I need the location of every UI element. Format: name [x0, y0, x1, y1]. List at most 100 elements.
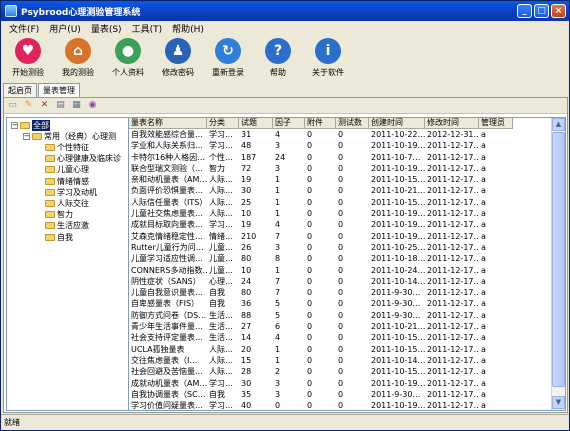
table-row[interactable]: 自卑感量表（FIS） 自我 36 5 0 0 2011-9-30… 2011-12-17… a	[129, 298, 513, 309]
table-cell: a	[481, 333, 486, 343]
menu-item-1[interactable]: 用户(U)	[44, 22, 86, 35]
table-row[interactable]: 亲和动机量表（AM… 人际… 19 1 0 0 2011-10-15… 2011-12-17……	[129, 174, 513, 185]
table-row[interactable]: CONNERS多动指数… 儿童… 10 1 0 0 2011-10-24… 2011-12-1…	[129, 265, 513, 276]
table-row[interactable]: 儿童社交焦虑量表… 人际… 10 1 0 0 2011-10-19… 2011-12-17… a	[129, 208, 513, 219]
table-row[interactable]: 阴性症状（SANS） 心理… 24 7 0 0 2011-10-14… 2011-12-17……	[129, 276, 513, 287]
tree-node-category[interactable]: 学习及动机	[45, 187, 97, 198]
tree-node-classic[interactable]: − 常用（经典）心理测	[23, 131, 116, 142]
tree-node-category[interactable]: 人际交往	[45, 198, 89, 209]
table-row[interactable]: 学习价值问疑量表… 学习… 40 0 0 0 2011-10-19… 2011-12-17… a	[129, 400, 513, 411]
tree-node-label: 智力	[57, 210, 73, 220]
table-row[interactable]: 儿童学习适应性调… 儿童… 80 8 0 0 2011-10-18… 2011-12-17… a	[129, 253, 513, 264]
table-row[interactable]: 青少年生活事件量… 生活… 27 6 0 0 2011-10-21… 2011-12-17… a	[129, 321, 513, 332]
menu-item-2[interactable]: 量表(S)	[86, 22, 127, 35]
column-header[interactable]: 修改时间	[425, 118, 479, 129]
close-button[interactable]: ×	[551, 4, 566, 18]
menu-item-4[interactable]: 帮助(H)	[167, 22, 209, 35]
scroll-thumb[interactable]	[552, 132, 565, 387]
menu-item-0[interactable]: 文件(F)	[4, 22, 44, 35]
toolbar-button-label: 个人资料	[112, 68, 144, 77]
table-cell: 2011-12-17…	[427, 254, 479, 264]
table-cell: 0	[338, 231, 344, 241]
folder-icon	[45, 166, 55, 174]
table-row[interactable]: 负面评价恐惧量表… 人际… 30 1 0 0 2011-10-21… 2011-12-17… a	[129, 185, 513, 196]
table-cell: a	[481, 322, 486, 332]
minimize-button[interactable]: _	[517, 4, 532, 18]
folder-icon	[20, 122, 30, 129]
table-cell: 2011-10-15…	[371, 367, 425, 377]
edit-icon[interactable]: ✎	[23, 100, 34, 111]
tree-node-category[interactable]: 儿童心理	[45, 164, 89, 175]
column-header[interactable]: 测试数	[336, 118, 369, 129]
table-cell: 0	[275, 401, 281, 411]
collapse-icon[interactable]: −	[11, 122, 18, 129]
tree-node-category[interactable]: 个性特征	[45, 142, 89, 153]
scale-table: 量表名称 分类 试题 因子 附件 测试数 创建时间 修改时间 管理员 自我效能感综合量… 学习… 3…	[128, 117, 566, 411]
table-cell: 防御方式问卷（DS…	[131, 310, 207, 320]
column-header[interactable]: 管理员	[479, 118, 513, 129]
table-row[interactable]: 自我协调量表（SC… 自我 35 3 0 0 2011-9-30… 2011-12-17… a	[129, 389, 513, 400]
toolbar-button-3[interactable]: ♟ 修改密码	[153, 36, 203, 78]
maximize-button[interactable]: □	[534, 4, 549, 18]
title-bar[interactable]: Psybrood心理测验管理系统 _ □ ×	[1, 1, 569, 21]
scroll-down-icon[interactable]: ▼	[552, 396, 565, 409]
table-cell: 2011-12-17…	[427, 389, 479, 399]
table-row[interactable]: UCLA孤独量表 人际… 20 1 0 0 2011-10-15… 2011-12-17… a	[129, 344, 513, 355]
table-cell: 2011-10-14…	[371, 355, 425, 365]
tree-node-category[interactable]: 智力	[45, 209, 73, 220]
tree-node-label: 自我	[57, 232, 73, 242]
settings-icon[interactable]: ◉	[87, 100, 98, 111]
column-header[interactable]: 分类	[207, 118, 239, 129]
tab-scale-management[interactable]: 量表管理	[38, 83, 80, 98]
toolbar-button-1[interactable]: ⌂ 我的测验	[53, 36, 103, 78]
collapse-icon[interactable]: −	[23, 133, 30, 140]
table-cell: 0	[307, 197, 313, 207]
toolbar-button-6[interactable]: i 关于软件	[303, 36, 353, 78]
toolbar-button-2[interactable]: ● 个人资料	[103, 36, 153, 78]
table-row[interactable]: 人际信任量表（ITS） 人际… 25 1 0 0 2011-10-15… 2011-12-17…	[129, 197, 513, 208]
table-row[interactable]: 自我效能感综合量… 学习… 31 4 0 0 2011-10-22… 2012-12-31… a	[129, 129, 513, 140]
tree-node-category[interactable]: 情绪情感	[45, 176, 89, 187]
folder-icon	[45, 200, 55, 207]
delete-icon[interactable]: ✕	[39, 100, 50, 111]
table-row[interactable]: Rutter儿童行为问… 儿童… 26 3 0 0 2011-10-25… 2011-12-1…	[129, 242, 513, 253]
toolbar-button-0[interactable]: ♥ 开始测验	[3, 36, 53, 78]
table-row[interactable]: 儿童自我意识量表… 自我 80 7 0 0 2011-9-30… 2011-12-17… a	[129, 287, 513, 298]
table-cell: 2011-9-30…	[371, 310, 421, 320]
table-cell: 72	[241, 163, 252, 173]
table-row[interactable]: 卡特尔16种人格因… 个性… 187 24 0 0 2011-10-7… 2011-12-17…	[129, 152, 513, 163]
tree-node-all[interactable]: − 全部	[11, 120, 50, 131]
column-header[interactable]: 附件	[305, 118, 336, 129]
column-header[interactable]: 量表名称	[129, 118, 207, 129]
tab-start-page[interactable]: 起启页	[3, 83, 37, 97]
table-row[interactable]: 艾森克情绪稳定性… 情绪… 210 7 0 0 2011-10-19… 2011-12-17……	[129, 231, 513, 242]
table-row[interactable]: 成就动机量表（AM… 学习… 30 3 0 0 2011-10-19… 2011-12-17……	[129, 378, 513, 389]
menu-item-3[interactable]: 工具(T)	[127, 22, 168, 35]
toolbar-button-4[interactable]: ↻ 重新登录	[203, 36, 253, 78]
table-row[interactable]: 联合型瑞文测验（… 智力 72 3 0 0 2011-10-19… 2011-12-17… a	[129, 163, 513, 174]
table-cell: 7	[275, 276, 281, 286]
properties-icon[interactable]: ▤	[55, 100, 66, 111]
table-cell: 210	[241, 231, 257, 241]
column-header[interactable]: 创建时间	[369, 118, 425, 129]
new-file-icon[interactable]: ▭	[7, 100, 18, 111]
table-cell: CONNERS多动指数…	[131, 265, 207, 275]
column-header[interactable]: 试题	[239, 118, 273, 129]
category-tree[interactable]: − 全部 − 常用（经典）心理测 个性特征 心理健康及临床诊 儿童心理 情绪情感 学习及动机 人际…	[6, 117, 130, 411]
toolbar-button-5[interactable]: ? 帮助	[253, 36, 303, 78]
table-cell: 10	[241, 209, 252, 219]
table-row[interactable]: 学业和人际关系归… 学习… 48 3 0 0 2011-10-19… 2011-12-17… a	[129, 140, 513, 151]
table-row[interactable]: 防御方式问卷（DS… 生活… 88 5 0 0 2011-9-30… 2011-12-17… a	[129, 310, 513, 321]
tree-node-category[interactable]: 心理健康及临床诊	[45, 153, 121, 164]
table-cell: 24	[241, 276, 252, 286]
vertical-scrollbar[interactable]: ▲ ▼	[551, 118, 565, 410]
scroll-up-icon[interactable]: ▲	[552, 118, 565, 131]
tree-node-category[interactable]: 生活应激	[45, 220, 89, 231]
table-row[interactable]: 社会回避及苦恼量… 人际… 28 2 0 0 2011-10-15… 2011-12-17… a	[129, 366, 513, 377]
import-icon[interactable]: ▦	[71, 100, 82, 111]
table-row[interactable]: 社会支持评定量表… 生活… 14 4 0 0 2011-10-15… 2011-12-17… a	[129, 332, 513, 343]
column-header[interactable]: 因子	[273, 118, 305, 129]
table-row[interactable]: 成就目标取向量表… 学习… 19 4 0 0 2011-10-19… 2011-12-17… a	[129, 219, 513, 230]
table-row[interactable]: 交往焦虑量表（I… 人际… 15 1 0 0 2011-10-14… 2011-12-17… a	[129, 355, 513, 366]
tree-node-category[interactable]: 自我	[45, 232, 73, 243]
